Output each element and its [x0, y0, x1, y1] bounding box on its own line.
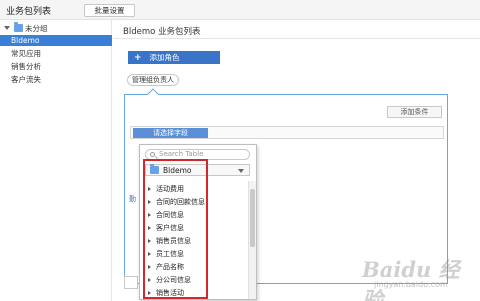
- watermark-url: jingyan.baidu.com: [374, 280, 448, 289]
- sidebar-item-customer-churn[interactable]: 客户流失: [0, 74, 112, 85]
- add-role-button[interactable]: + 添加角色: [128, 51, 220, 64]
- scrollbar-thumb[interactable]: [250, 189, 255, 247]
- page-title: 业务包列表: [6, 7, 52, 17]
- bottom-button[interactable]: [124, 276, 138, 289]
- condition-link[interactable]: 勤: [129, 194, 136, 204]
- main-header: Bldemo 业务包列表: [113, 20, 480, 39]
- add-role-label: 添加角色: [149, 53, 180, 62]
- batch-settings-button[interactable]: 批量设置: [84, 4, 135, 17]
- scrollbar[interactable]: [248, 181, 256, 299]
- highlight-box: [143, 159, 208, 299]
- expand-triangle-icon[interactable]: [4, 26, 10, 30]
- field-select-button[interactable]: 请选择字段: [133, 128, 208, 138]
- chevron-down-icon: [238, 169, 244, 173]
- tree-group-label: 未分组: [25, 23, 48, 33]
- top-bar: 业务包列表 批量设置: [0, 0, 480, 20]
- tree-group-ungrouped[interactable]: 未分组: [4, 22, 48, 34]
- search-icon: [150, 152, 155, 157]
- sidebar-item-common-apps[interactable]: 常见应用: [0, 48, 112, 59]
- manager-role-tag[interactable]: 管理组负责人: [127, 74, 179, 86]
- add-condition-button[interactable]: 添加条件: [387, 106, 442, 118]
- sidebar-item-bldemo[interactable]: Bldemo: [0, 35, 112, 46]
- watermark-logo: Baidu 经验: [362, 257, 460, 301]
- sidebar: 未分组 Bldemo 常见应用 销售分析 客户流失: [0, 20, 112, 301]
- watermark: Baidu 经验 jingyan.baidu.com: [352, 248, 476, 301]
- folder-icon: [14, 22, 23, 32]
- main-title: Bldemo 业务包列表: [123, 27, 201, 37]
- sidebar-item-sales-analysis[interactable]: 销售分析: [0, 61, 112, 72]
- plus-icon: +: [134, 52, 142, 63]
